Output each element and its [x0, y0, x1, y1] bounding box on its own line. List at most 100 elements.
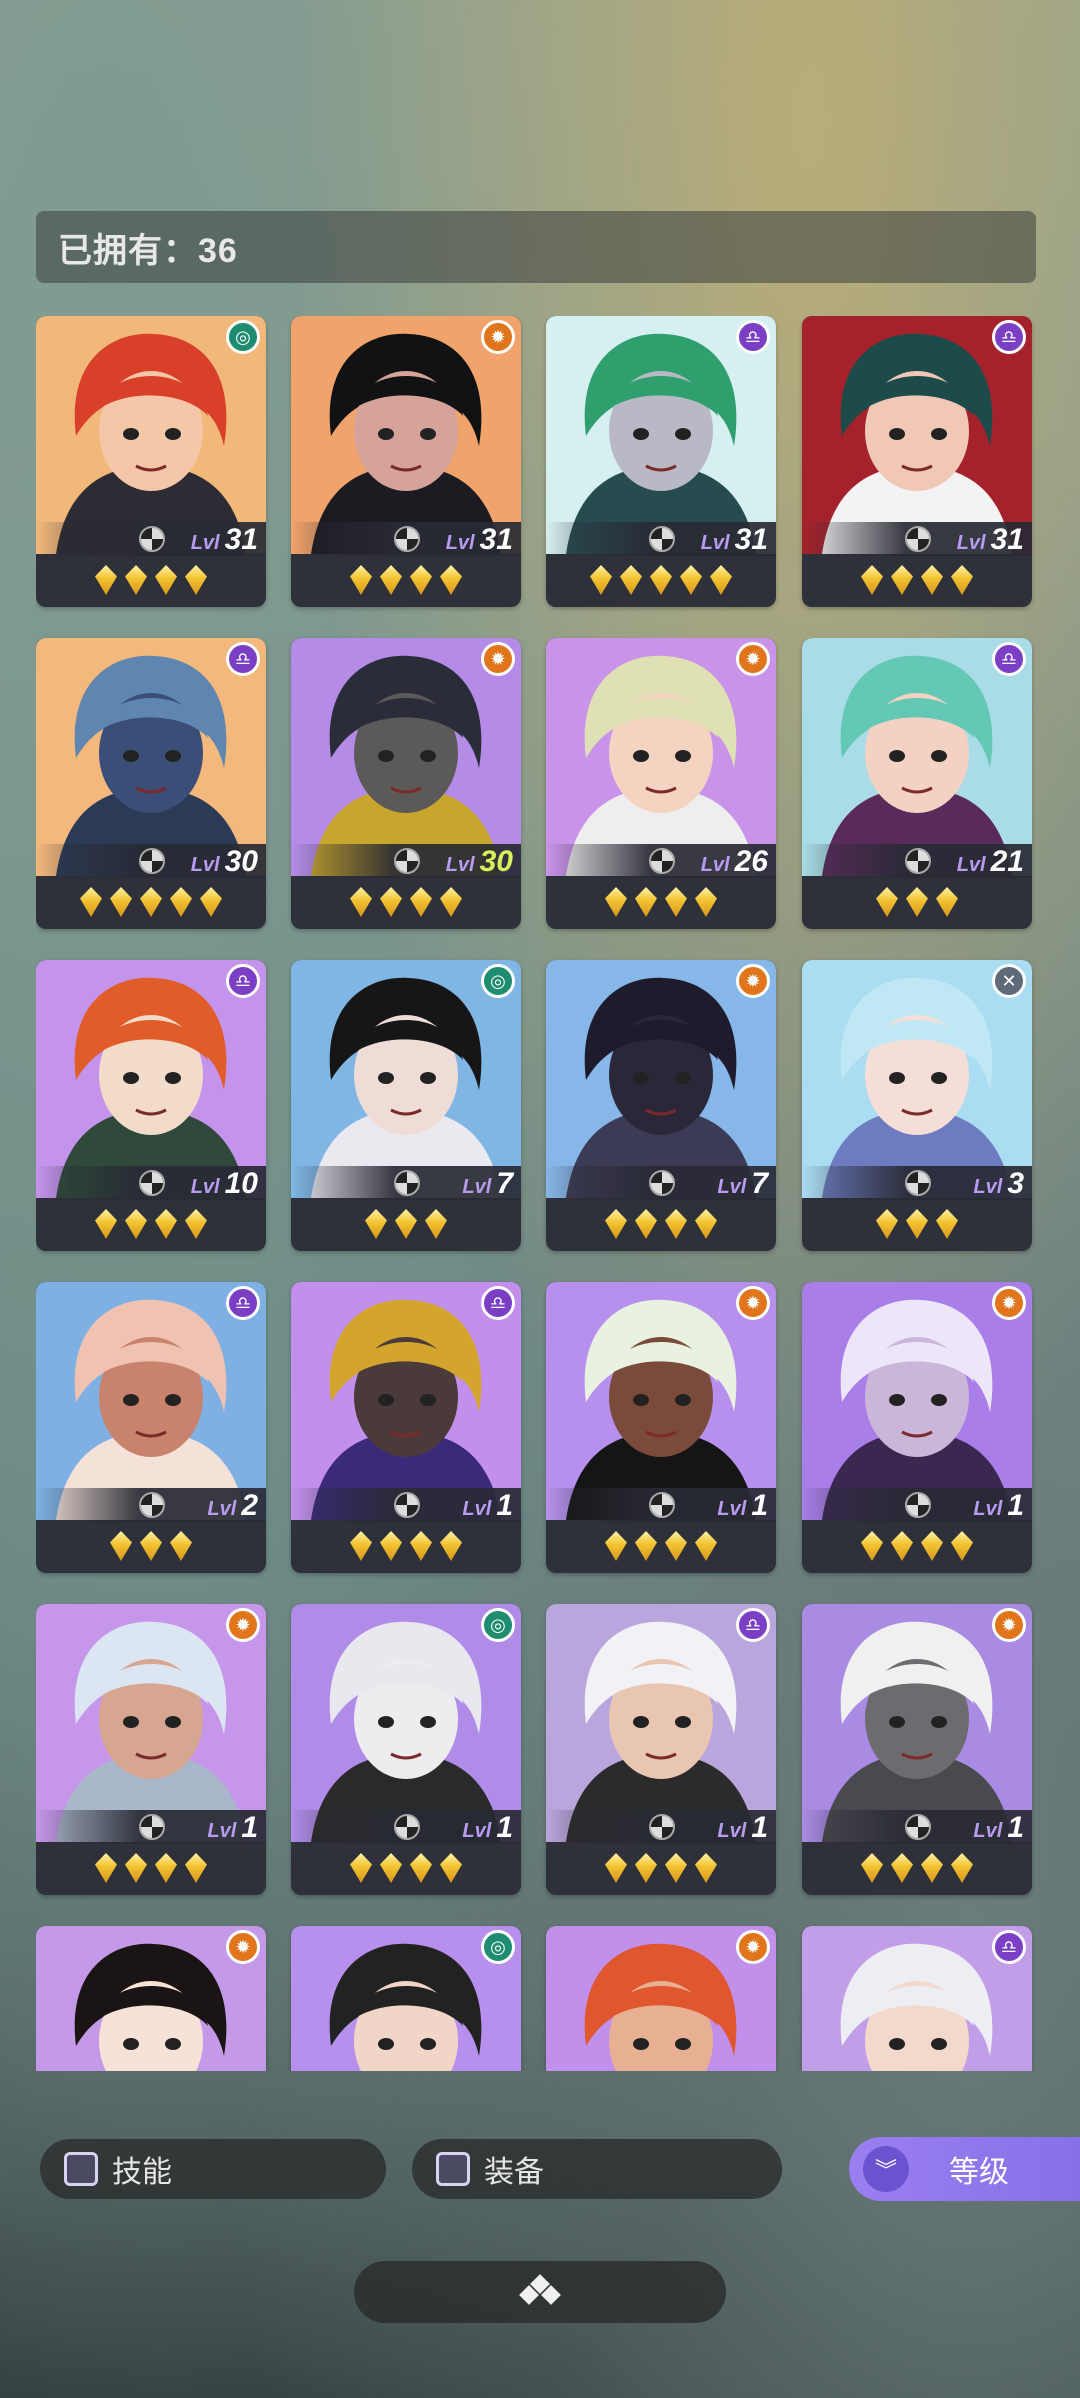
star-diamond-icon — [380, 1853, 402, 1883]
hero-card[interactable]: ♎ — [802, 1926, 1032, 2071]
hero-card[interactable]: ✹ Lvl 7 — [546, 960, 776, 1251]
hero-card[interactable]: ✹ Lvl 1 — [802, 1282, 1032, 1573]
skill-checkbox[interactable] — [64, 2152, 98, 2186]
star-diamond-icon — [861, 1853, 883, 1883]
star-diamond-icon — [380, 887, 402, 917]
level-number: 31 — [990, 523, 1024, 556]
level-number: 7 — [496, 1167, 513, 1200]
hero-card[interactable]: ✹ Lvl 31 — [291, 316, 521, 607]
purple-mask-icon: ♎ — [992, 1930, 1026, 1964]
level-number: 3 — [1007, 1167, 1024, 1200]
star-diamond-icon — [590, 565, 612, 595]
equipment-slot-icon — [905, 1170, 931, 1196]
star-diamond-icon — [200, 887, 222, 917]
hero-portrait — [802, 316, 1032, 554]
hero-level: Lvl 3 — [973, 1167, 1024, 1200]
equipment-filter[interactable]: 装备 — [412, 2139, 782, 2199]
sort-by-level-button[interactable]: ︾ 等级 — [849, 2137, 1080, 2201]
star-rating — [291, 1526, 521, 1566]
star-diamond-icon — [650, 565, 672, 595]
star-diamond-icon — [936, 887, 958, 917]
hero-card[interactable]: ◎ Lvl 1 — [291, 1604, 521, 1895]
equipment-slot-icon — [139, 848, 165, 874]
purple-mask-icon: ♎ — [226, 1286, 260, 1320]
star-diamond-icon — [921, 1531, 943, 1561]
hero-card[interactable]: ◎ — [291, 1926, 521, 2071]
hero-portrait — [546, 638, 776, 876]
hero-card[interactable]: ♎ Lvl 30 — [36, 638, 266, 929]
hero-level: Lvl 21 — [957, 845, 1024, 878]
equipment-slot-icon — [139, 526, 165, 552]
hero-card[interactable]: ✹ Lvl 1 — [546, 1282, 776, 1573]
star-diamond-icon — [635, 1531, 657, 1561]
hero-level: Lvl 1 — [462, 1489, 513, 1522]
star-rating — [291, 560, 521, 600]
star-rating — [546, 1526, 776, 1566]
star-diamond-icon — [951, 1531, 973, 1561]
star-rating — [36, 560, 266, 600]
level-number: 1 — [1007, 1489, 1024, 1522]
star-diamond-icon — [170, 887, 192, 917]
star-diamond-icon — [410, 1853, 432, 1883]
level-prefix: Lvl — [445, 532, 475, 554]
green-swirl-icon: ◎ — [481, 964, 515, 998]
hero-card[interactable]: ♎ Lvl 31 — [546, 316, 776, 607]
hero-card[interactable]: ✹ Lvl 1 — [802, 1604, 1032, 1895]
purple-mask-icon: ♎ — [481, 1286, 515, 1320]
level-prefix: Lvl — [445, 854, 475, 876]
star-diamond-icon — [380, 1531, 402, 1561]
equipment-slot-icon — [394, 848, 420, 874]
star-diamond-icon — [110, 887, 132, 917]
level-prefix: Lvl — [973, 1498, 1003, 1520]
star-diamond-icon — [695, 1209, 717, 1239]
hero-card[interactable]: ✹ Lvl 26 — [546, 638, 776, 929]
star-diamond-icon — [695, 887, 717, 917]
star-diamond-icon — [425, 1209, 447, 1239]
hero-portrait — [802, 1282, 1032, 1520]
hero-card[interactable]: ✹ Lvl 1 — [36, 1604, 266, 1895]
hero-portrait — [546, 1604, 776, 1842]
star-diamond-icon — [876, 1209, 898, 1239]
star-diamond-icon — [620, 565, 642, 595]
level-prefix: Lvl — [190, 854, 220, 876]
hero-card[interactable]: ✕ Lvl 3 — [802, 960, 1032, 1251]
level-prefix: Lvl — [207, 1498, 237, 1520]
hero-card[interactable]: ♎ Lvl 31 — [802, 316, 1032, 607]
hero-card[interactable]: ♎ Lvl 1 — [291, 1282, 521, 1573]
hero-card[interactable]: ✹ Lvl 30 — [291, 638, 521, 929]
orange-sun-icon: ✹ — [736, 1930, 770, 1964]
hero-card[interactable]: ✹ — [546, 1926, 776, 2071]
star-rating — [802, 1848, 1032, 1888]
star-diamond-icon — [350, 1531, 372, 1561]
star-diamond-icon — [605, 1531, 627, 1561]
hero-card[interactable]: ♎ Lvl 1 — [546, 1604, 776, 1895]
star-diamond-icon — [440, 1531, 462, 1561]
star-diamond-icon — [891, 1531, 913, 1561]
equipment-checkbox[interactable] — [436, 2152, 470, 2186]
star-diamond-icon — [95, 565, 117, 595]
hero-card[interactable]: ◎ Lvl 7 — [291, 960, 521, 1251]
level-prefix: Lvl — [700, 532, 730, 554]
star-diamond-icon — [665, 1209, 687, 1239]
orange-sun-icon: ✹ — [736, 964, 770, 998]
skill-filter[interactable]: 技能 — [40, 2139, 386, 2199]
star-diamond-icon — [410, 887, 432, 917]
collapse-diamond-icon — [519, 2274, 561, 2307]
equipment-slot-icon — [649, 1170, 675, 1196]
star-diamond-icon — [951, 1853, 973, 1883]
hero-card[interactable]: ♎ Lvl 2 — [36, 1282, 266, 1573]
star-diamond-icon — [891, 1853, 913, 1883]
hero-card[interactable]: ✹ — [36, 1926, 266, 2071]
hero-card[interactable]: ♎ Lvl 10 — [36, 960, 266, 1251]
collapse-button[interactable] — [354, 2261, 726, 2323]
hero-card[interactable]: ♎ Lvl 21 — [802, 638, 1032, 929]
hero-level: Lvl 7 — [462, 1167, 513, 1200]
star-diamond-icon — [185, 1209, 207, 1239]
hero-portrait — [36, 960, 266, 1198]
hero-grid[interactable]: ◎ Lvl 31 ✹ Lvl 31 ♎ Lvl 31 ♎ Lvl 31 ♎ Lvl 30 ✹ Lvl 30 ✹ Lvl… — [36, 316, 1036, 2071]
star-rating — [546, 560, 776, 600]
level-prefix: Lvl — [700, 854, 730, 876]
equipment-slot-icon — [649, 1492, 675, 1518]
hero-card[interactable]: ◎ Lvl 31 — [36, 316, 266, 607]
level-prefix: Lvl — [956, 532, 986, 554]
